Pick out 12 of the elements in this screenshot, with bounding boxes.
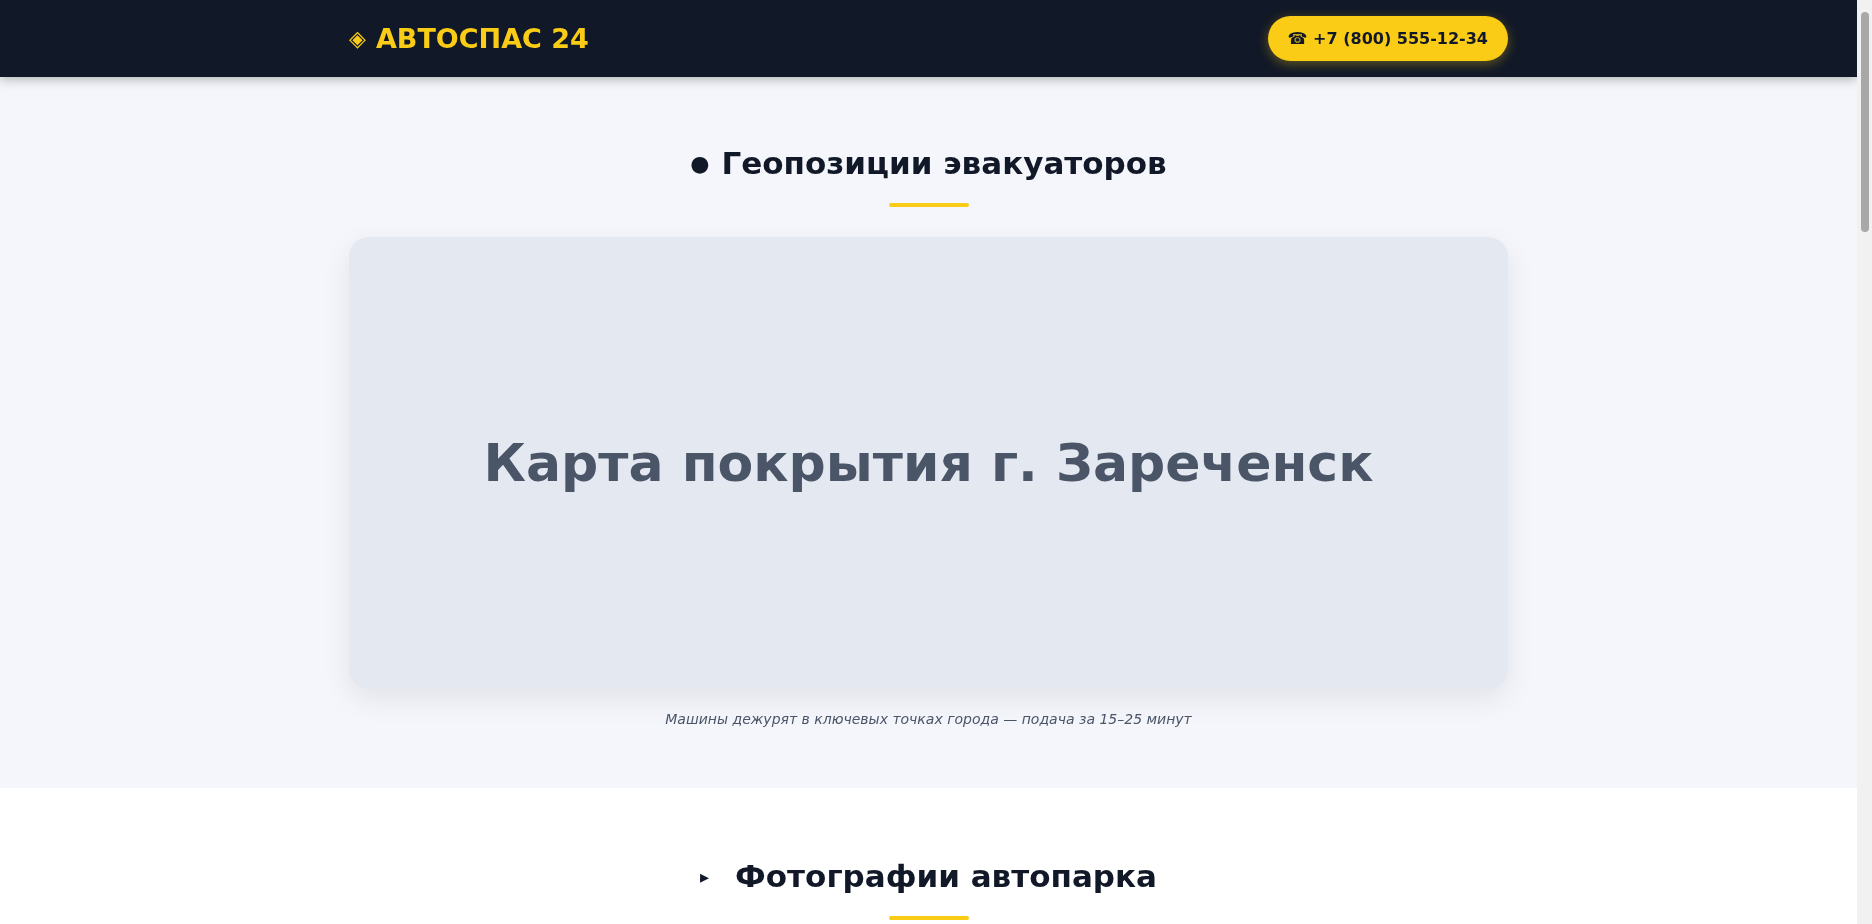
map-label: Карта покрытия г. Зареченск — [483, 433, 1374, 493]
section-title: Геопозиции эвакуаторов — [721, 144, 1167, 183]
phone-button[interactable]: ☎ +7 (800) 555-12-34 — [1267, 16, 1508, 61]
triangle-icon: ▸ — [700, 865, 710, 887]
scrollbar-thumb[interactable] — [1860, 12, 1869, 232]
dot-icon: ● — [690, 150, 710, 176]
phone-icon: ☎ — [1287, 29, 1308, 48]
map-caption: Машины дежурят в ключевых точках города — подача за 15–25 минут — [665, 711, 1192, 727]
logo-text[interactable]: АВТОСПАС 24 — [375, 23, 589, 54]
section-title: Фотографии автопарка — [735, 857, 1157, 896]
diamond-icon: ◈ — [349, 26, 366, 51]
scrollbar[interactable] — [1857, 0, 1872, 924]
